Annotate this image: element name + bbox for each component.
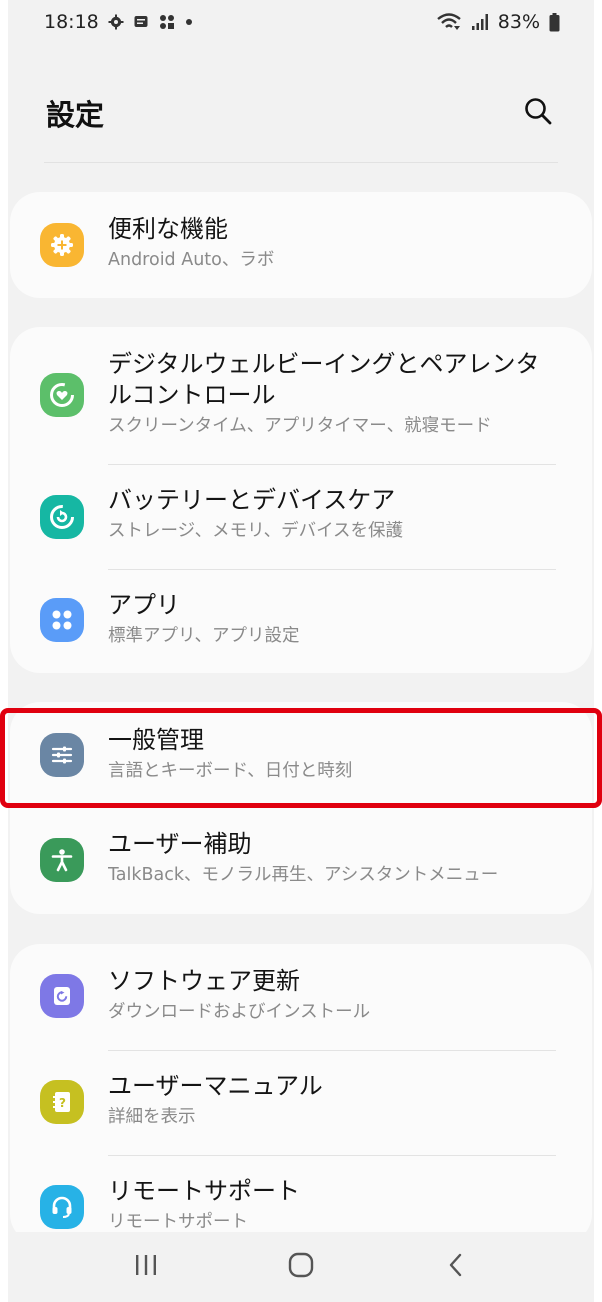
item-text: 一般管理 言語とキーボード、日付と時刻 — [108, 725, 562, 784]
settings-screen: 18:18 83% 設定 便利な機能 Android Auto、ラボ デジタルウ… — [8, 0, 594, 1302]
apps-grid-icon — [40, 598, 84, 642]
settings-item-software-update[interactable]: ソフトウェア更新 ダウンロードおよびインストール — [10, 944, 592, 1050]
item-text: ソフトウェア更新 ダウンロードおよびインストール — [108, 966, 562, 1025]
home-icon — [287, 1251, 315, 1283]
settings-item-remote-support[interactable]: リモートサポート リモートサポート — [10, 1156, 592, 1244]
settings-item-accessibility[interactable]: ユーザー補助 TalkBack、モノラル再生、アシスタントメニュー — [10, 808, 592, 914]
item-title: ユーザー補助 — [108, 830, 252, 858]
item-title: ユーザーマニュアル — [108, 1072, 323, 1100]
software-update-icon — [40, 974, 84, 1018]
wellbeing-heart-icon — [40, 373, 84, 417]
header-divider — [44, 162, 558, 163]
item-subtitle: TalkBack、モノラル再生、アシスタントメニュー — [108, 865, 499, 885]
navigation-bar — [8, 1232, 594, 1302]
item-text: バッテリーとデバイスケア ストレージ、メモリ、デバイスを保護 — [108, 485, 562, 544]
settings-group-2: デジタルウェルビーイングとペアレンタ ルコントロール スクリーンタイム、アプリタ… — [10, 327, 592, 673]
item-title-line2: ルコントロール — [108, 381, 276, 409]
message-status-icon — [133, 14, 149, 30]
item-title-line1: デジタルウェルビーイングとペアレンタ — [108, 350, 540, 378]
item-text: ユーザーマニュアル 詳細を表示 — [108, 1071, 562, 1130]
settings-group-3: 一般管理 言語とキーボード、日付と時刻 ユーザー補助 TalkBack、モノラル… — [10, 702, 592, 914]
item-subtitle: Android Auto、ラボ — [108, 250, 275, 270]
item-title: ソフトウェア更新 — [108, 967, 300, 995]
item-subtitle: ダウンロードおよびインストール — [108, 1002, 371, 1022]
home-button[interactable] — [271, 1237, 331, 1297]
item-subtitle: 言語とキーボード、日付と時刻 — [108, 761, 353, 781]
item-text: デジタルウェルビーイングとペアレンタ ルコントロール スクリーンタイム、アプリタ… — [108, 349, 562, 439]
settings-item-advanced-features[interactable]: 便利な機能 Android Auto、ラボ — [10, 192, 592, 298]
item-subtitle: スクリーンタイム、アプリタイマー、就寝モード — [108, 416, 492, 436]
item-text: リモートサポート リモートサポート — [108, 1176, 562, 1235]
item-title: 便利な機能 — [108, 215, 228, 243]
settings-group-4: ソフトウェア更新 ダウンロードおよびインストール ? ユーザーマニュアル 詳細を… — [10, 944, 592, 1244]
header: 設定 — [8, 80, 594, 146]
item-subtitle: 標準アプリ、アプリ設定 — [108, 626, 300, 646]
item-text: ユーザー補助 TalkBack、モノラル再生、アシスタントメニュー — [108, 829, 562, 888]
item-title: リモートサポート — [108, 1177, 300, 1205]
settings-item-user-manual[interactable]: ? ユーザーマニュアル 詳細を表示 — [10, 1051, 592, 1155]
notification-dot-icon — [185, 18, 193, 26]
page-title: 設定 — [46, 98, 105, 132]
headset-icon — [40, 1185, 84, 1229]
search-icon — [523, 96, 553, 130]
item-title: アプリ — [108, 591, 180, 619]
battery-icon — [549, 12, 560, 32]
settings-item-general-management[interactable]: 一般管理 言語とキーボード、日付と時刻 — [10, 702, 592, 808]
battery-percent: 83% — [497, 11, 540, 33]
status-time: 18:18 — [44, 11, 99, 33]
item-subtitle: 詳細を表示 — [108, 1107, 196, 1127]
settings-group-1: 便利な機能 Android Auto、ラボ — [10, 192, 592, 298]
gear-plus-icon — [40, 223, 84, 267]
recent-apps-button[interactable] — [116, 1237, 176, 1297]
recent-apps-icon — [133, 1253, 159, 1281]
sliders-icon — [40, 733, 84, 777]
status-right: 83% — [436, 11, 560, 33]
manual-book-icon: ? — [40, 1080, 84, 1124]
wifi-icon — [436, 12, 462, 32]
status-left: 18:18 — [44, 11, 193, 33]
settings-item-digital-wellbeing[interactable]: デジタルウェルビーイングとペアレンタ ルコントロール スクリーンタイム、アプリタ… — [10, 327, 592, 465]
settings-item-apps[interactable]: アプリ 標準アプリ、アプリ設定 — [10, 570, 592, 673]
signal-icon — [471, 13, 489, 31]
apps-status-icon — [158, 13, 176, 31]
back-icon — [444, 1251, 468, 1283]
device-care-icon — [40, 495, 84, 539]
status-bar: 18:18 83% — [8, 0, 594, 44]
accessibility-person-icon — [40, 838, 84, 882]
item-text: 便利な機能 Android Auto、ラボ — [108, 214, 562, 273]
settings-item-battery-device-care[interactable]: バッテリーとデバイスケア ストレージ、メモリ、デバイスを保護 — [10, 465, 592, 569]
item-text: アプリ 標準アプリ、アプリ設定 — [108, 590, 562, 649]
settings-gear-status-icon — [108, 14, 124, 30]
item-subtitle: ストレージ、メモリ、デバイスを保護 — [108, 521, 404, 541]
svg-text:?: ? — [59, 1096, 66, 1110]
back-button[interactable] — [426, 1237, 486, 1297]
search-button[interactable] — [516, 91, 560, 135]
item-title: 一般管理 — [108, 726, 204, 754]
item-title: バッテリーとデバイスケア — [108, 486, 396, 514]
